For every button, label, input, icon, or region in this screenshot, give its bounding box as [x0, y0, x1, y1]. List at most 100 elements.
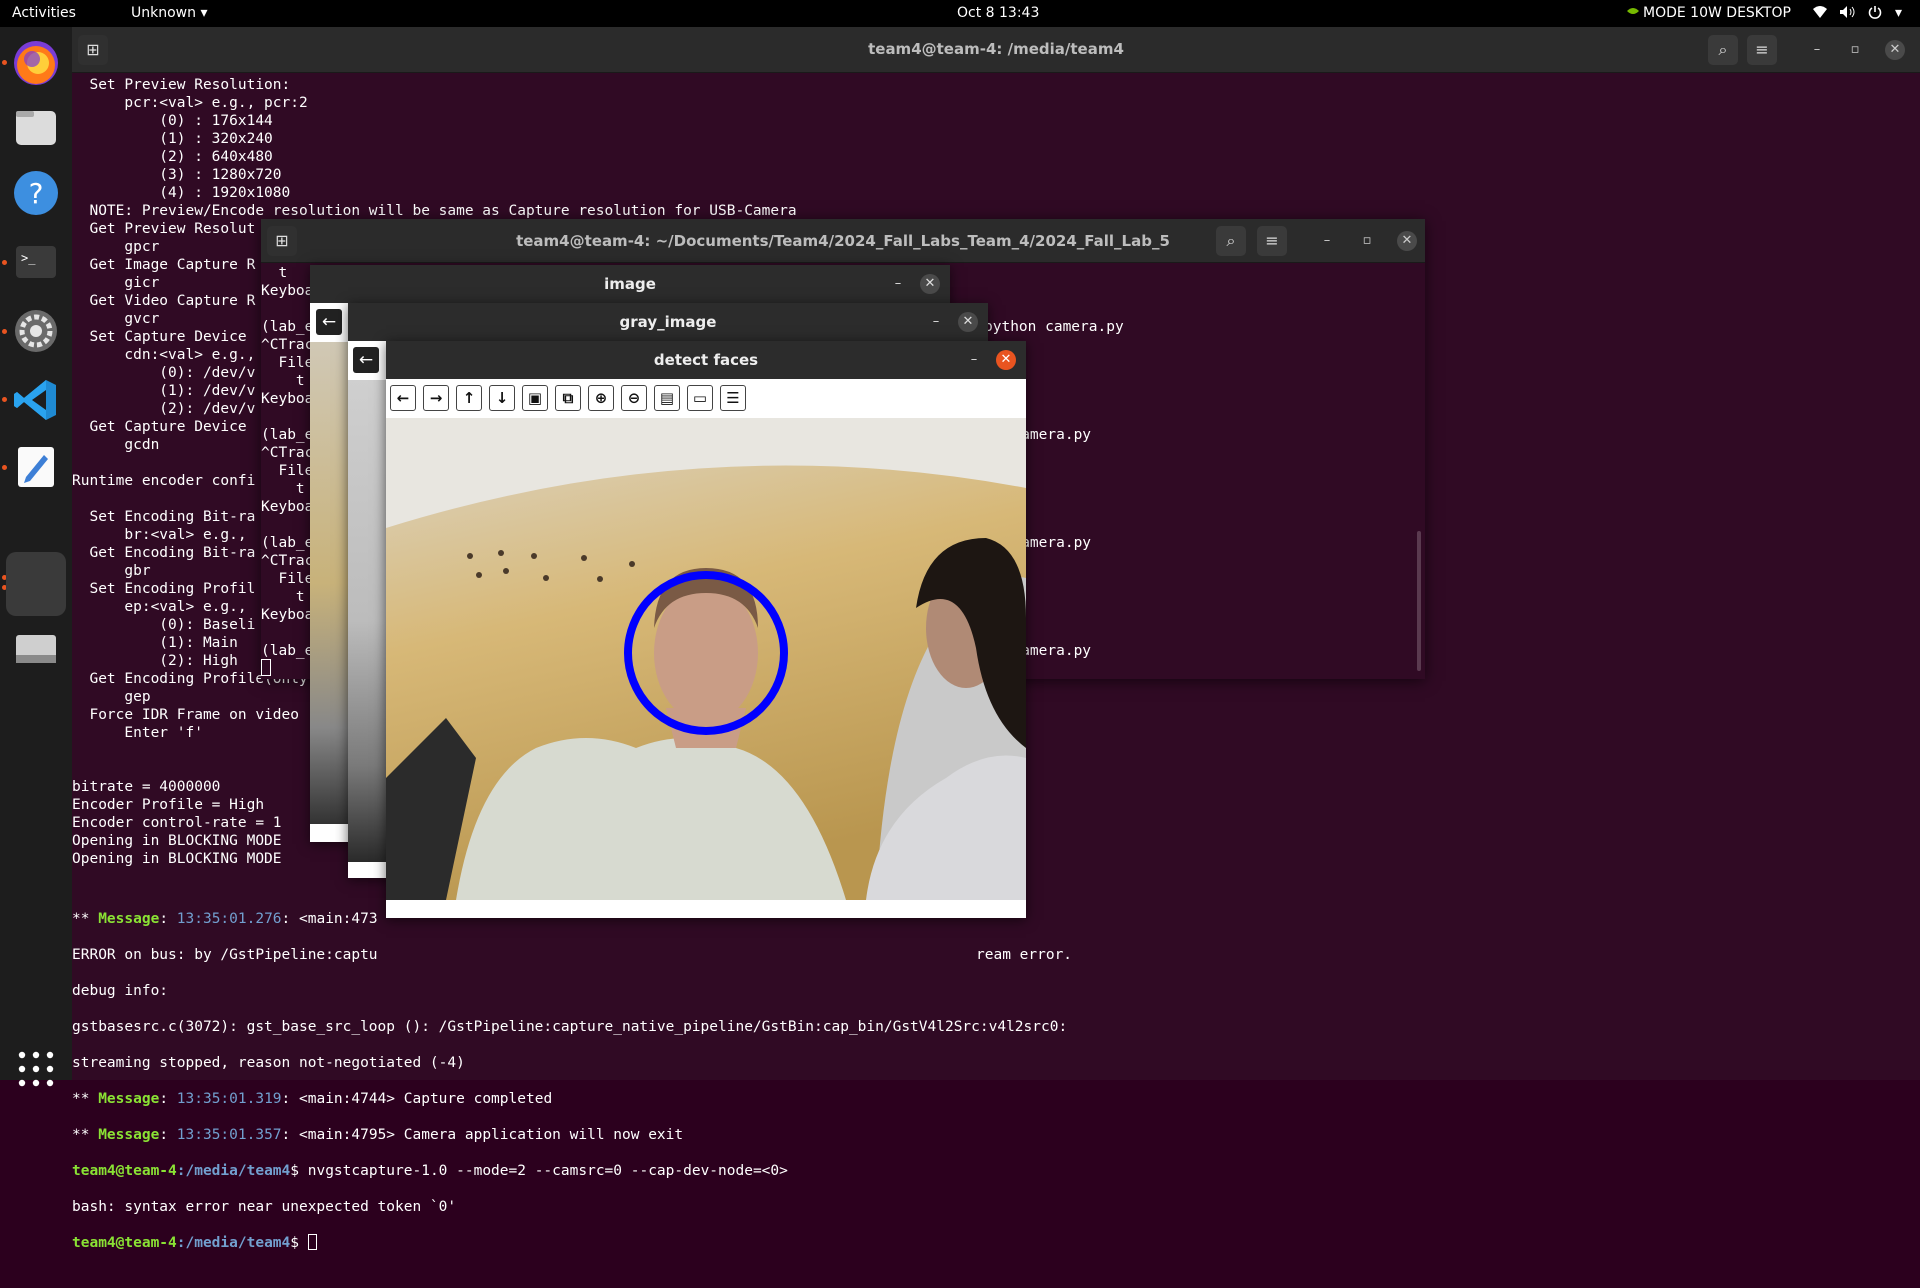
dock: ? >_: [0, 27, 72, 1087]
minimize-icon[interactable]: –: [1317, 231, 1337, 251]
terminal-line: (0) : 176x144: [72, 113, 273, 129]
terminal2-cursor: [261, 659, 271, 676]
terminal-title: team4@team-4: /media/team4: [868, 40, 1124, 58]
close-icon[interactable]: ✕: [958, 312, 978, 332]
files-icon[interactable]: [8, 99, 64, 155]
pan-right-icon[interactable]: →: [423, 385, 449, 411]
terminal-line: (1) : 320x240: [72, 131, 273, 147]
arrow-left-icon[interactable]: ←: [316, 309, 342, 335]
terminal2-line: [261, 624, 313, 642]
properties-icon[interactable]: ☰: [720, 385, 746, 411]
terminal2-line: [261, 408, 313, 426]
text-editor-icon[interactable]: [8, 439, 64, 495]
power-icon[interactable]: [1868, 5, 1882, 23]
stream-line: streaming stopped, reason not-negotiated…: [72, 1055, 465, 1071]
pan-up-icon[interactable]: ↑: [456, 385, 482, 411]
terminal2-line: File: [261, 463, 314, 479]
wifi-icon[interactable]: [1812, 5, 1828, 23]
system-menu-chevron-icon[interactable]: ▾: [1895, 5, 1902, 21]
close-icon[interactable]: ✕: [920, 274, 940, 294]
close-icon[interactable]: ✕: [1397, 231, 1417, 251]
terminal-output-tail: ** Message: 13:35:01.276: <main:473 ERRO…: [72, 892, 1920, 1288]
minimize-icon[interactable]: –: [926, 312, 946, 332]
pan-left-icon[interactable]: ←: [390, 385, 416, 411]
terminal2-left-output: t Keyboa (lab_e ^CTrac File t Keyboa (lab_e…: [261, 264, 313, 660]
terminal2-line: Keyboa: [261, 391, 314, 407]
zoom-in-image-icon[interactable]: ▣: [522, 385, 548, 411]
vscode-icon[interactable]: [8, 372, 64, 428]
terminal2-line: ^CTrac: [261, 553, 314, 569]
terminal-line: Set Preview Resolution:: [72, 77, 291, 93]
zoom-out-icon[interactable]: ⊖: [621, 385, 647, 411]
terminal-line: (3) : 1280x720: [72, 167, 282, 183]
nvidia-icon[interactable]: [1625, 5, 1641, 21]
cv-window-detect-faces[interactable]: detect faces – ✕ ← → ↑ ↓ ▣ ⧉ ⊕ ⊖ ▤ ▭ ☰: [386, 341, 1026, 918]
close-icon[interactable]: ✕: [996, 350, 1016, 370]
cv-title-gray: gray_image: [348, 303, 988, 341]
cv-title-detect-faces: detect faces: [386, 341, 1026, 379]
minimize-icon[interactable]: –: [888, 274, 908, 294]
maximize-icon[interactable]: ▫: [1357, 231, 1377, 251]
menu-icon[interactable]: ≡: [1747, 35, 1777, 65]
terminal2-line: (lab_e: [261, 427, 314, 443]
terminal2-line: (lab_e: [261, 319, 314, 335]
clock[interactable]: Oct 8 13:43: [957, 5, 1039, 21]
zoom-fit-icon[interactable]: ⧉: [555, 385, 581, 411]
terminal2-line: (lab_e: [261, 535, 314, 551]
camera-frame: [386, 418, 1026, 900]
help-icon[interactable]: ?: [8, 165, 64, 221]
chevron-down-icon: ▾: [200, 5, 208, 21]
terminal2-line: ^CTrac: [261, 337, 314, 353]
drive-icon[interactable]: [8, 621, 64, 677]
terminal2-line: Keyboa: [261, 283, 314, 299]
cv-toolbar: ← → ↑ ↓ ▣ ⧉ ⊕ ⊖ ▤ ▭ ☰: [390, 385, 753, 419]
gray-image-frame: [348, 380, 388, 862]
show-applications-icon[interactable]: [14, 1047, 58, 1091]
prompt-line-2: team4@team-4:/media/team4$: [72, 1234, 1920, 1252]
terminal-line: (2) : 640x480: [72, 149, 273, 165]
search-icon[interactable]: ⌕: [1216, 226, 1246, 256]
top-bar: Activities Unknown ▾ Oct 8 13:43 MODE 10…: [0, 0, 1920, 27]
arrow-left-icon[interactable]: ←: [353, 347, 379, 373]
terminal2-line: t: [261, 265, 288, 281]
terminal-header-bar: ⊞ team4@team-4: /media/team4 ⌕ ≡ – ▫ ✕: [72, 27, 1920, 73]
save-image-icon[interactable]: ▤: [654, 385, 680, 411]
minimize-icon[interactable]: –: [964, 350, 984, 370]
maximize-icon[interactable]: ▫: [1845, 40, 1865, 60]
error-line: ERROR on bus: by /GstPipeline:captu ream …: [72, 947, 1073, 963]
menu-icon[interactable]: ≡: [1257, 226, 1287, 256]
terminal2-line: (lab_e: [261, 643, 314, 659]
terminal-icon[interactable]: >_: [8, 234, 64, 290]
minimize-icon[interactable]: –: [1807, 40, 1827, 60]
terminal-line: (4) : 1920x1080: [72, 185, 291, 201]
terminal2-line: t: [261, 481, 305, 497]
terminal2-line: t: [261, 589, 305, 605]
gst-line: gstbasesrc.c(3072): gst_base_src_loop ()…: [72, 1019, 1068, 1035]
terminal2-line: File: [261, 571, 314, 587]
active-app-icon[interactable]: [6, 552, 66, 616]
svg-text:>_: >_: [21, 251, 36, 265]
image-frame: [310, 342, 350, 824]
copy-clipboard-icon[interactable]: ▭: [687, 385, 713, 411]
pan-down-icon[interactable]: ↓: [489, 385, 515, 411]
terminal-line: NOTE: Preview/Encode resolution will be …: [72, 203, 797, 219]
power-mode-label[interactable]: MODE 10W DESKTOP: [1643, 5, 1791, 21]
terminal-line: pcr:<val> e.g., pcr:2: [72, 95, 308, 111]
terminal2-line: Keyboa: [261, 499, 314, 515]
terminal2-line: Keyboa: [261, 607, 314, 623]
activities-button[interactable]: Activities: [12, 5, 76, 21]
zoom-in-icon[interactable]: ⊕: [588, 385, 614, 411]
debug-line: debug info:: [72, 983, 169, 999]
terminal2-line: [261, 516, 313, 534]
firefox-icon[interactable]: [8, 35, 64, 91]
app-menu[interactable]: Unknown ▾: [131, 5, 207, 21]
search-icon[interactable]: ⌕: [1708, 35, 1738, 65]
volume-icon[interactable]: [1839, 5, 1855, 23]
terminal2-scrollbar[interactable]: [1417, 531, 1421, 671]
message-line-2: ** Message: 13:35:01.319: <main:4744> Ca…: [72, 1091, 553, 1107]
terminal2-header-bar: ⊞ team4@team-4: ~/Documents/Team4/2024_F…: [261, 219, 1425, 263]
settings-icon[interactable]: [8, 303, 64, 359]
terminal2-line: t: [261, 373, 305, 389]
terminal2-right-output-1: python camera.py: [984, 319, 1124, 335]
close-icon[interactable]: ✕: [1885, 40, 1905, 60]
